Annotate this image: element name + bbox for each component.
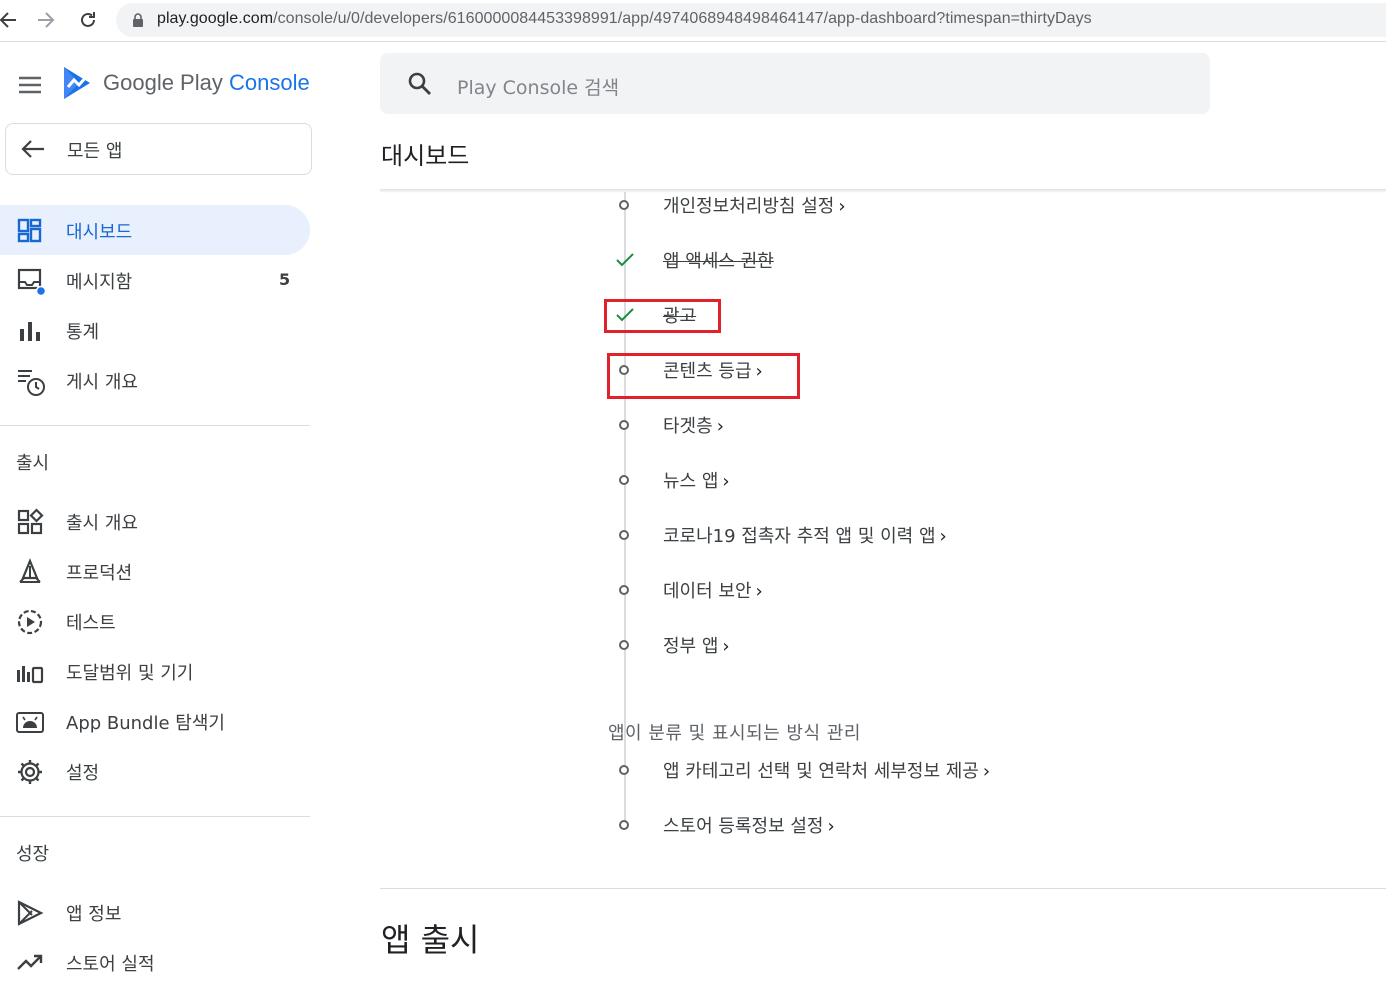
category-subheading: 앱이 분류 및 표시되는 방식 관리 (608, 723, 861, 744)
chevron-right-icon: › (755, 581, 763, 602)
app-release-heading: 앱 출시 (381, 921, 480, 959)
sidebar-item-dashboard[interactable]: 대시보드 (0, 205, 310, 255)
page-title: 대시보드 (381, 142, 470, 170)
inbox-icon (16, 267, 47, 297)
task-data-safety[interactable]: 데이터 보안 › (608, 575, 1208, 605)
chevron-right-icon: › (982, 761, 991, 782)
pending-dot-icon (616, 472, 632, 488)
task-store-listing[interactable]: 스토어 등록정보 설정 › (608, 810, 1208, 840)
play-console-logo (60, 65, 94, 101)
chevron-right-icon: › (939, 526, 947, 547)
sidebar-item-publishing-overview[interactable]: 게시 개요 (0, 355, 310, 405)
highlight-box-ads (604, 299, 721, 333)
address-bar[interactable]: play.google.com/console/u/0/developers/6… (116, 3, 1386, 37)
lock-icon (130, 12, 146, 28)
reload-icon[interactable] (74, 6, 102, 34)
task-covid-tracing[interactable]: 코로나19 접촉자 추적 앱 및 이력 앱 › (608, 520, 1208, 550)
bar-chart-icon (16, 317, 44, 345)
task-government-app[interactable]: 정부 앱 › (608, 630, 1208, 660)
arrow-back-icon (20, 137, 46, 161)
chevron-right-icon: › (838, 196, 846, 217)
task-app-access[interactable]: 앱 액세스 권한 (608, 245, 1208, 275)
growth-section-title: 성장 (16, 844, 50, 865)
pending-dot-icon (616, 582, 632, 598)
chevron-right-icon: › (722, 471, 730, 492)
sidebar-item-statistics[interactable]: 통계 (0, 305, 310, 355)
pending-dot-icon (616, 637, 632, 653)
trending-up-icon (16, 949, 44, 977)
gear-icon (16, 758, 44, 786)
forward-arrow-icon[interactable] (32, 6, 60, 34)
search-icon (406, 70, 434, 98)
release-section-title: 출시 (16, 453, 50, 474)
task-news-app[interactable]: 뉴스 앱 › (608, 465, 1208, 495)
sidebar-item-testing[interactable]: 테스트 (0, 596, 310, 646)
release-overview-icon (16, 508, 44, 536)
sidebar-item-reach-devices[interactable]: 도달범위 및 기기 (0, 646, 310, 696)
back-arrow-icon[interactable] (0, 6, 22, 34)
pending-dot-icon (616, 527, 632, 543)
task-app-category[interactable]: 앱 카테고리 선택 및 연락처 세부정보 제공 › (608, 755, 1208, 785)
inbox-count-badge: 5 (279, 270, 291, 289)
pending-dot-icon (616, 417, 632, 433)
browser-toolbar: play.google.com/console/u/0/developers/6… (0, 0, 1386, 42)
sidebar-item-release-overview[interactable]: 출시 개요 (0, 496, 310, 546)
production-icon (16, 558, 44, 586)
all-apps-label: 모든 앱 (67, 141, 123, 162)
sidebar-item-settings[interactable]: 설정 (0, 746, 310, 796)
publishing-overview-icon (16, 367, 45, 396)
sidebar-divider (0, 816, 310, 817)
sidebar-item-app-info[interactable]: 앱 정보 (0, 887, 310, 937)
pending-dot-icon (616, 197, 632, 213)
sidebar-item-store-performance[interactable]: 스토어 실적 (0, 937, 310, 987)
menu-icon[interactable] (16, 73, 44, 97)
brand-name: Google Play Console (103, 70, 310, 95)
testing-icon (16, 608, 44, 636)
dashboard-icon (16, 217, 44, 245)
task-target-audience[interactable]: 타겟층 › (608, 410, 1208, 440)
sidebar-divider (0, 425, 310, 426)
chevron-right-icon: › (722, 636, 730, 657)
search-box[interactable]: Play Console 검색 (380, 53, 1210, 114)
chevron-right-icon: › (716, 416, 724, 437)
sidebar-item-production[interactable]: 프로덕션 (0, 546, 310, 596)
highlight-box-content-rating (607, 353, 800, 399)
check-icon (616, 252, 634, 268)
task-privacy-policy[interactable]: 개인정보처리방침 설정 › (608, 190, 1208, 220)
sidebar-item-app-bundle-explorer[interactable]: App Bundle 탐색기 (0, 696, 310, 746)
sidebar: Google Play Console 모든 앱 대시보드 메시지함 5 통계 … (0, 43, 320, 994)
pending-dot-icon (616, 817, 632, 833)
all-apps-button[interactable]: 모든 앱 (5, 123, 312, 175)
pending-dot-icon (616, 762, 632, 778)
url-text: play.google.com/console/u/0/developers/6… (157, 10, 1092, 27)
play-icon (16, 899, 44, 927)
reach-devices-icon (16, 658, 44, 686)
chevron-right-icon: › (827, 816, 835, 837)
android-icon (16, 708, 44, 736)
search-placeholder: Play Console 검색 (457, 77, 620, 99)
sidebar-item-inbox[interactable]: 메시지함 5 (0, 255, 310, 305)
section-divider (380, 888, 1386, 889)
